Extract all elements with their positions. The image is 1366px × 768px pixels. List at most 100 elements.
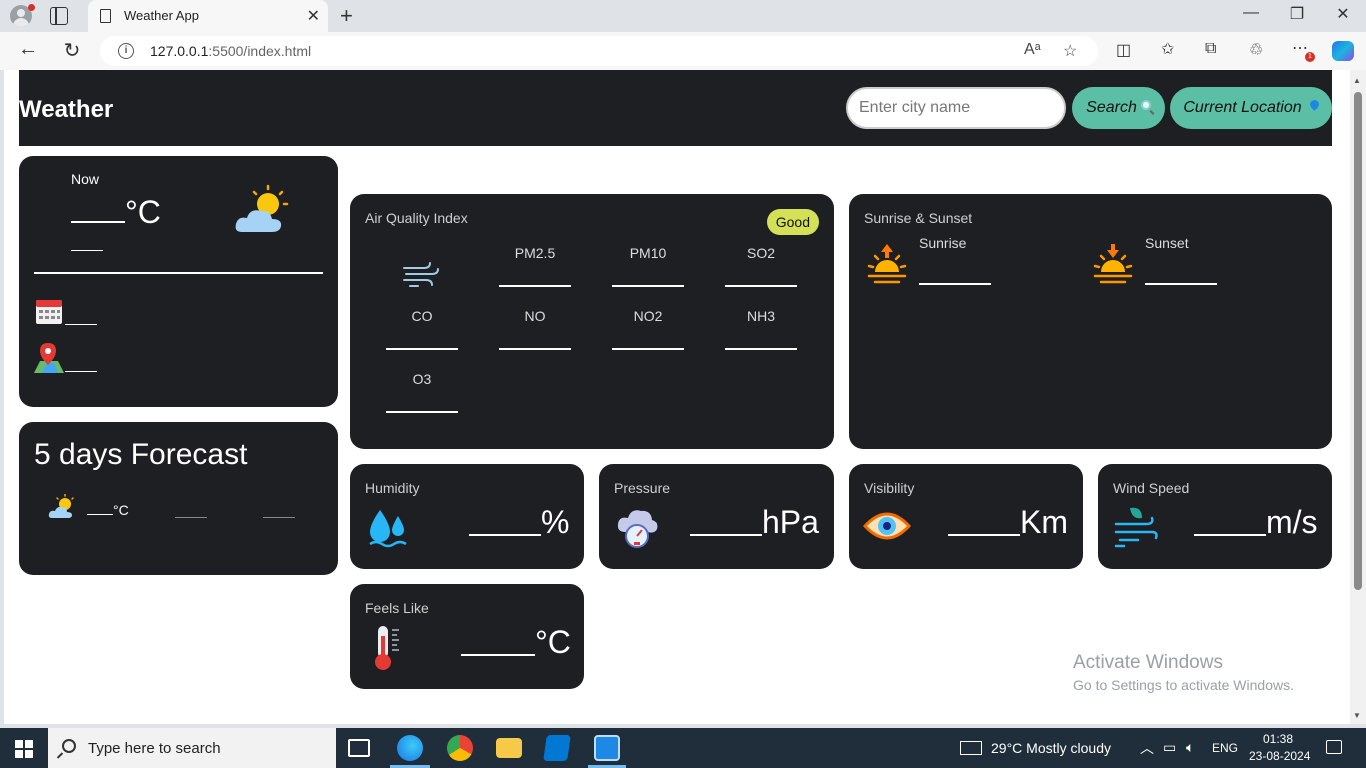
extensions-icon[interactable]: ♲ [1249,40,1263,60]
activation-watermark-title: Activate Windows [1073,652,1223,673]
forecast-temp-unit: °C [113,502,129,518]
search-button[interactable]: Search [1072,87,1165,129]
favorites-icon[interactable]: ✩ [1161,39,1174,59]
restore-icon[interactable]: ❐ [1285,4,1309,24]
sunrise-sunset-card: Sunrise & Sunset Sunrise Sunset [849,194,1332,449]
url-text: 127.0.0.1:5500/index.html [150,43,312,59]
humidity-blank [469,534,541,536]
photos-icon[interactable] [594,735,620,761]
thermometer-icon [375,626,399,670]
clock-date[interactable]: 23-08-2024 [1249,749,1310,763]
wind-value: m/s [1194,504,1318,541]
notification-center-icon[interactable] [1326,740,1342,754]
scroll-thumb[interactable] [1354,92,1362,590]
humidity-unit: % [541,504,570,540]
tab-actions-icon[interactable] [50,7,68,25]
scroll-up-icon[interactable]: ▲ [1353,76,1361,85]
new-tab-icon[interactable]: + [340,3,353,29]
wind-speed-icon [1114,507,1158,548]
visibility-card: Visibility Km [849,464,1083,569]
sunrise-icon [867,244,907,284]
tray-chevron-icon[interactable]: ︿ [1140,738,1154,758]
scroll-down-icon[interactable]: ▼ [1353,711,1361,720]
pressure-title: Pressure [614,480,671,496]
humidity-value: % [469,504,569,541]
magnifier-icon [1140,100,1151,110]
search-button-label: Search [1086,99,1137,116]
calendar-icon [36,300,62,324]
aqi-so2: SO2 [725,245,797,287]
humidity-title: Humidity [365,480,420,496]
visibility-unit: Km [1020,504,1068,540]
windows-start-icon[interactable] [15,740,33,758]
forecast-temp: °C [87,502,129,518]
file-explorer-icon[interactable] [496,738,522,758]
edge-browser-icon[interactable] [397,735,423,761]
feels-like-unit: °C [535,624,571,660]
collections-icon[interactable]: ⧉ [1205,40,1216,58]
partly-cloudy-icon [235,184,289,232]
windows-taskbar: Type here to search 29°C Mostly cloudy ︿… [0,728,1366,768]
split-screen-icon[interactable]: ◫ [1116,40,1131,60]
wind-speed-card: Wind Speed m/s [1098,464,1332,569]
taskbar-search-box[interactable]: Type here to search [48,728,336,768]
temp-value-blank [71,221,125,223]
aqi-co: CO [386,308,458,350]
pressure-blank [690,534,762,536]
favorite-star-icon[interactable]: ☆ [1063,41,1077,61]
aqi-nh3: NH3 [725,308,797,350]
current-weather-card: Now °C [19,156,338,407]
read-aloud-icon[interactable]: A͏ᵃ [1024,41,1041,59]
task-view-icon[interactable] [348,739,370,757]
tab-weather-app[interactable]: Weather App ✕ [88,0,328,32]
news-widget-icon[interactable] [960,741,982,755]
site-info-icon[interactable]: i [118,43,134,59]
tab-close-icon[interactable]: ✕ [307,6,320,26]
minimize-icon[interactable]: — [1239,4,1263,22]
input-language[interactable]: ENG [1212,741,1238,755]
chrome-icon[interactable] [447,735,473,761]
browser-tab-bar: Weather App ✕ + — ❐ ✕ [0,0,1366,32]
current-location-button[interactable]: Current Location [1170,87,1332,129]
visibility-eye-icon [863,512,911,540]
card-divider [34,272,323,274]
current-location-label: Current Location [1183,99,1302,116]
forecast-card: 5 days Forecast °C [19,422,338,575]
taskbar-weather[interactable]: 29°C Mostly cloudy [991,740,1111,756]
wind-title: Wind Speed [1113,480,1190,496]
city-search-input[interactable] [846,87,1066,129]
vscode-icon[interactable] [543,735,571,761]
notification-dot [28,4,35,11]
sunset-value-blank [1145,283,1217,285]
forecast-temp-blank [87,514,113,515]
copilot-icon[interactable] [1332,41,1354,61]
pressure-value: hPa [690,504,819,541]
aqi-no: NO [499,308,571,350]
weather-description-blank [71,250,103,251]
volume-icon[interactable]: 🔈︎ [1186,739,1194,756]
page-icon [100,9,111,23]
feels-like-title: Feels Like [365,600,429,616]
address-bar-row: ← ↻ i 127.0.0.1:5500/index.html A͏ᵃ ☆ ◫ … [0,32,1366,70]
url-field[interactable]: i 127.0.0.1:5500/index.html A͏ᵃ ☆ [100,36,1098,66]
location-row [34,343,97,376]
aqi-pm25: PM2.5 [499,245,571,287]
map-pin-icon [34,343,64,373]
pressure-unit: hPa [762,504,819,540]
refresh-icon[interactable]: ↻ [60,38,84,63]
feels-like-card: Feels Like °C [350,584,584,689]
page-scrollbar[interactable]: ▲ ▼ [1350,70,1366,724]
taskbar-search-icon [62,739,76,753]
forecast-partly-cloudy-icon [48,494,74,518]
aqi-pm10: PM10 [612,245,684,287]
battery-icon[interactable]: ▭ [1163,739,1176,756]
taskbar-search-placeholder: Type here to search [88,740,221,757]
window-close-icon[interactable]: ✕ [1331,4,1355,24]
aqi-o3: O3 [386,371,458,413]
humidity-drop-icon [369,510,407,548]
back-icon[interactable]: ← [16,38,40,61]
clock-time[interactable]: 01:38 [1263,732,1293,746]
feels-like-value: °C [461,624,571,661]
date-value-blank [65,324,97,325]
visibility-blank [948,534,1020,536]
